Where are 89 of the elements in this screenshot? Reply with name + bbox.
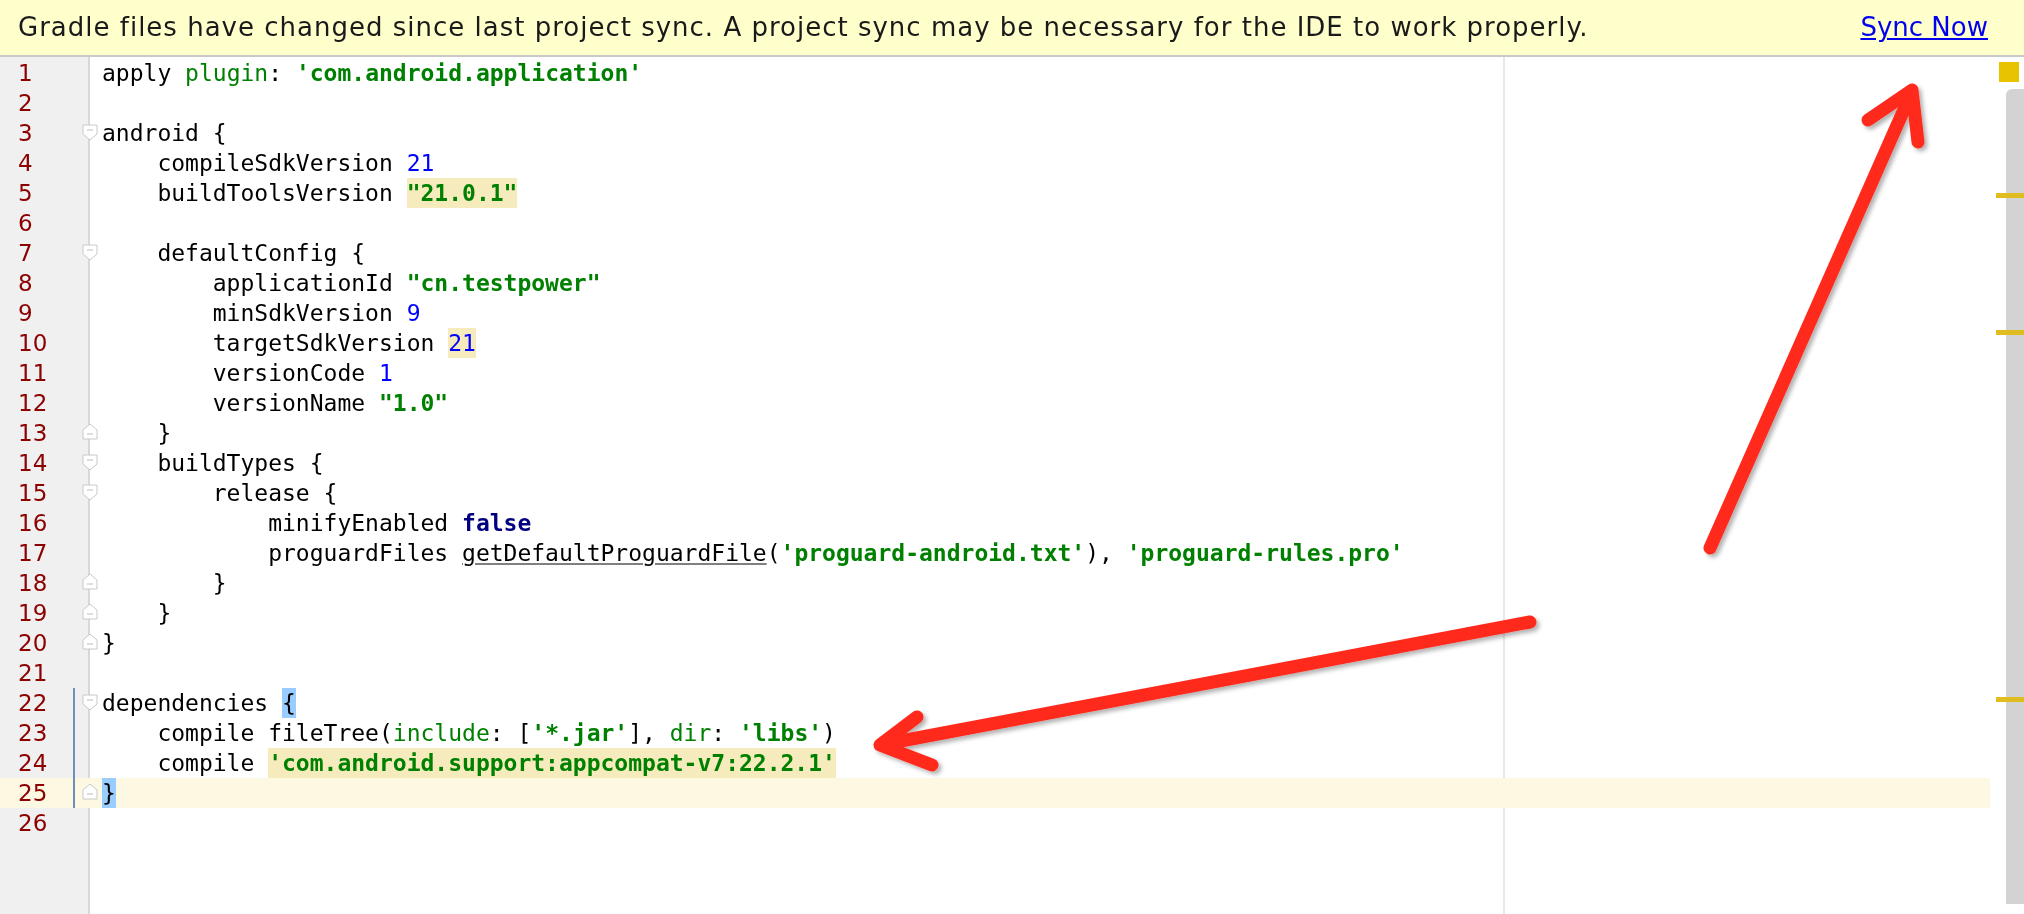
code-text: buildToolsVersion bbox=[156, 179, 394, 208]
named-argument: plugin bbox=[185, 59, 269, 88]
string-literal: 'proguard-android.txt' bbox=[780, 539, 1086, 568]
code-text: minifyEnabled bbox=[267, 509, 450, 538]
line-number: 17 bbox=[18, 539, 48, 568]
named-argument: dir bbox=[669, 719, 712, 748]
code-text: : bbox=[711, 719, 727, 748]
code-text: buildTypes { bbox=[156, 449, 324, 478]
string-literal: '*.jar' bbox=[531, 719, 629, 748]
code-text: ( bbox=[766, 539, 781, 568]
code-text: minSdkVersion bbox=[211, 299, 394, 328]
string-literal: 'com.android.support:appcompat-v7:22.2.1' bbox=[268, 748, 836, 778]
code-text: defaultConfig { bbox=[156, 239, 366, 268]
code-text: ], bbox=[628, 719, 657, 748]
line-number: 6 bbox=[18, 209, 33, 238]
code-text: compile bbox=[156, 749, 256, 778]
line-number: 3 bbox=[18, 119, 33, 148]
keyword: false bbox=[462, 509, 532, 538]
scrollbar-thumb[interactable] bbox=[2006, 89, 2024, 904]
line-number: 20 bbox=[18, 629, 48, 658]
code-text: } bbox=[211, 569, 227, 598]
banner-message: Gradle files have changed since last project sync. A project sync may be necessary for the IDE to work properly. bbox=[18, 11, 1589, 44]
line-number: 15 bbox=[18, 479, 48, 508]
number-literal: 21 bbox=[448, 328, 476, 358]
change-marker[interactable] bbox=[73, 718, 75, 748]
code-text: ) bbox=[822, 719, 836, 748]
number-literal: 9 bbox=[406, 299, 421, 328]
number-literal: 1 bbox=[378, 359, 393, 388]
warning-stripe[interactable] bbox=[1996, 193, 2024, 198]
fold-end-icon[interactable] bbox=[82, 424, 98, 441]
code-text: dependencies bbox=[102, 689, 270, 718]
change-marker[interactable] bbox=[73, 778, 75, 808]
line-number: 24 bbox=[18, 749, 48, 778]
warning-stripe[interactable] bbox=[1996, 697, 2024, 702]
code-text: : [ bbox=[489, 719, 532, 748]
code-text: } bbox=[102, 629, 116, 658]
line-number: 1 bbox=[18, 59, 33, 88]
line-number: 22 bbox=[18, 689, 48, 718]
fold-end-icon[interactable] bbox=[82, 634, 98, 651]
line-number: 12 bbox=[18, 389, 48, 418]
line-number: 18 bbox=[18, 569, 48, 598]
code-text: } bbox=[156, 419, 172, 448]
line-number: 4 bbox=[18, 149, 33, 178]
code-text: android { bbox=[102, 119, 227, 148]
string-literal: 'com.android.application' bbox=[295, 59, 643, 88]
string-literal: 'proguard-rules.pro' bbox=[1126, 539, 1404, 568]
string-literal: 'libs' bbox=[739, 719, 823, 748]
code-text: versionCode bbox=[211, 359, 367, 388]
code-text: proguardFiles bbox=[267, 539, 450, 568]
fold-end-icon[interactable] bbox=[82, 574, 98, 591]
string-literal: "21.0.1" bbox=[406, 178, 518, 208]
string-literal: "1.0" bbox=[378, 389, 449, 418]
code-text: : bbox=[268, 59, 284, 88]
line-number: 8 bbox=[18, 269, 33, 298]
method-call: getDefaultProguardFile bbox=[462, 539, 767, 568]
fold-end-icon[interactable] bbox=[82, 604, 98, 621]
code-text: compileSdkVersion bbox=[156, 149, 394, 178]
sync-now-link[interactable]: Sync Now bbox=[1860, 8, 1988, 47]
code-text: versionName bbox=[211, 389, 367, 418]
line-number: 21 bbox=[18, 659, 48, 688]
code-text: } bbox=[156, 599, 172, 628]
code-text: } bbox=[102, 778, 116, 808]
line-number: 26 bbox=[18, 809, 48, 838]
line-number: 2 bbox=[18, 89, 33, 118]
line-number: 10 bbox=[18, 329, 48, 358]
line-number: 16 bbox=[18, 509, 48, 538]
line-number: 13 bbox=[18, 419, 48, 448]
line-number: 14 bbox=[18, 449, 48, 478]
change-marker[interactable] bbox=[73, 688, 75, 718]
code-text: ), bbox=[1085, 539, 1114, 568]
line-number: 5 bbox=[18, 179, 33, 208]
code-text: release { bbox=[211, 479, 338, 508]
number-literal: 21 bbox=[406, 149, 435, 178]
named-argument: include bbox=[392, 719, 490, 748]
string-literal: "cn.testpower" bbox=[406, 269, 601, 298]
fold-end-icon[interactable] bbox=[82, 784, 98, 801]
code-text: applicationId bbox=[211, 269, 394, 298]
code-text: targetSdkVersion bbox=[211, 329, 436, 358]
change-marker[interactable] bbox=[73, 748, 75, 778]
line-number: 11 bbox=[18, 359, 48, 388]
code-text: apply bbox=[102, 59, 173, 88]
line-number: 19 bbox=[18, 599, 48, 628]
code-text: compile fileTree( bbox=[156, 719, 393, 748]
line-number: 23 bbox=[18, 719, 48, 748]
line-number: 7 bbox=[18, 239, 33, 268]
code-text: { bbox=[282, 688, 296, 718]
line-number: 9 bbox=[18, 299, 33, 328]
warning-stripe[interactable] bbox=[1996, 330, 2024, 335]
warning-marker-icon bbox=[1999, 62, 2019, 82]
